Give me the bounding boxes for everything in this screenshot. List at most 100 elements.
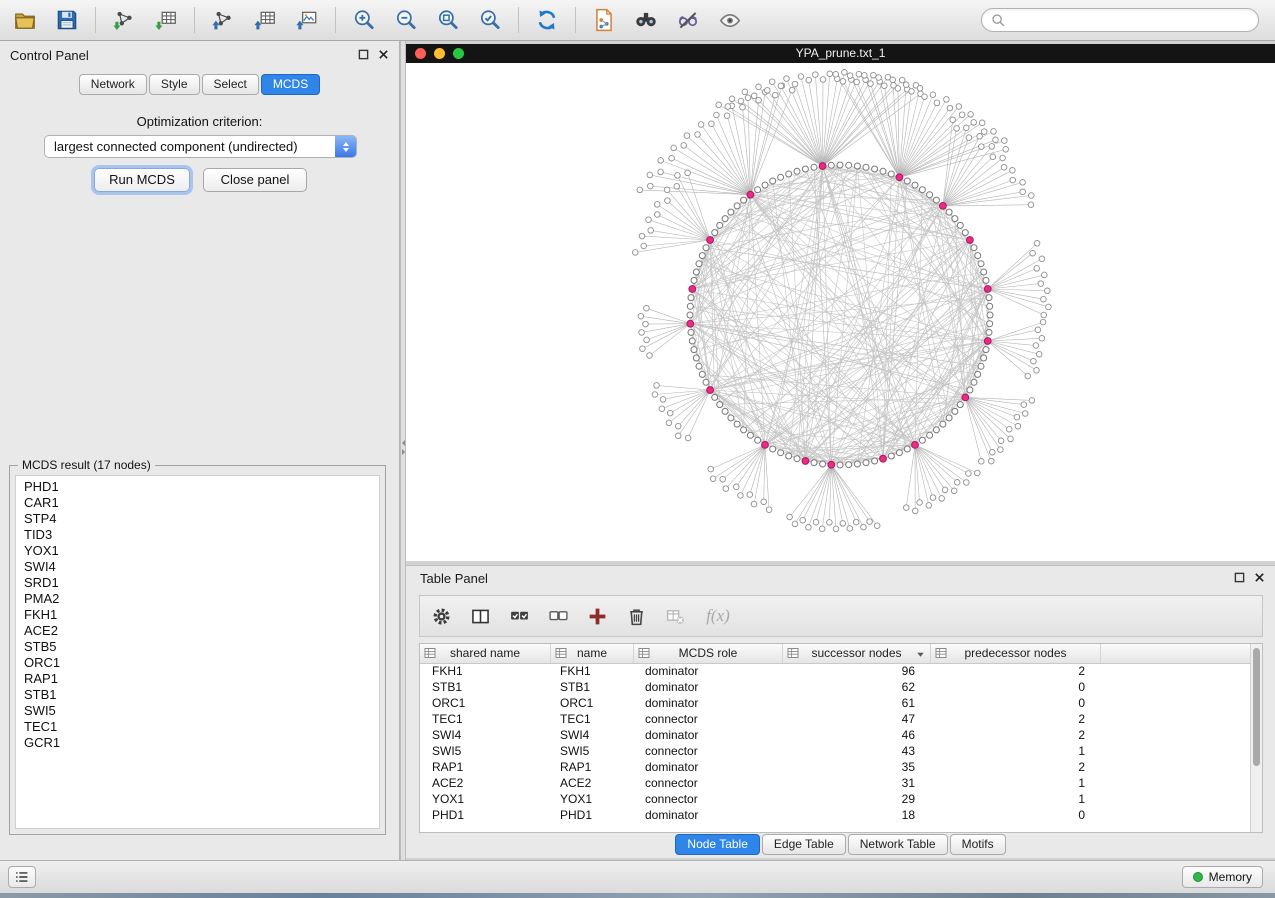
column-header-label: predecessor nodes [931,644,1100,662]
column-header-predecessor-nodes[interactable]: predecessor nodes [931,644,1101,663]
memory-button[interactable]: Memory [1182,866,1263,888]
show-all-button[interactable] [711,4,749,36]
add-row-button[interactable] [582,601,612,631]
function-builder-button[interactable]: f(x) [699,601,737,631]
table-cell: 35 [783,759,931,775]
mcds-result-item[interactable]: TID3 [16,527,379,543]
table-row[interactable]: YOX1YOX1connector291 [420,791,1250,807]
check-all-button[interactable] [504,601,534,631]
table-cell: 2 [931,663,1101,679]
search-input[interactable] [1006,9,1258,31]
mcds-result-item[interactable]: SRD1 [16,575,379,591]
export-table-button[interactable] [246,4,284,36]
criterion-dropdown[interactable]: largest connected component (undirected) [44,135,357,158]
import-table-button[interactable] [147,4,185,36]
network-canvas[interactable] [406,63,1275,561]
column-header-name[interactable]: name [551,644,634,663]
network-window-title: YPA_prune.txt_1 [406,44,1275,63]
network-document-button[interactable] [585,4,623,36]
table-row[interactable]: TEC1TEC1connector472 [420,711,1250,727]
table-row[interactable]: PHD1PHD1dominator180 [420,807,1250,823]
tab-node-table[interactable]: Node Table [675,834,760,855]
close-table-panel-icon[interactable] [1254,572,1265,583]
search-box[interactable] [981,8,1259,32]
window-zoom-light[interactable] [453,48,464,59]
list-menu-icon [13,868,31,886]
column-sort-icon [638,647,650,659]
table-cell: FKH1 [551,663,634,679]
mcds-result-item[interactable]: CAR1 [16,495,379,511]
mcds-result-item[interactable]: FKH1 [16,607,379,623]
mcds-result-item[interactable]: ACE2 [16,623,379,639]
mcds-result-item[interactable]: ORC1 [16,655,379,671]
open-folder-button[interactable] [6,4,44,36]
table-scrollbar-thumb[interactable] [1253,648,1260,766]
network-window-titlebar[interactable]: YPA_prune.txt_1 [406,44,1275,63]
mcds-result-item[interactable]: PMA2 [16,591,379,607]
delete-row-button[interactable] [621,601,651,631]
mcds-result-item[interactable]: SWI5 [16,703,379,719]
table-cell: 1 [931,743,1101,759]
tab-network[interactable]: Network [79,74,147,95]
table-cell: ORC1 [420,695,551,711]
import-network-button[interactable] [105,4,143,36]
uncheck-all-button[interactable] [543,601,573,631]
tab-select[interactable]: Select [202,74,259,95]
columns-button[interactable] [465,601,495,631]
mcds-result-item[interactable]: YOX1 [16,543,379,559]
table-row[interactable]: RAP1RAP1dominator352 [420,759,1250,775]
clear-table-button[interactable] [660,601,690,631]
tab-motifs[interactable]: Motifs [950,834,1006,855]
table-row[interactable]: ACE2ACE2connector311 [420,775,1250,791]
network-graph[interactable] [406,63,1275,561]
close-panel-button[interactable]: Close panel [203,168,307,192]
tab-style[interactable]: Style [149,74,200,95]
refresh-layout-button[interactable] [528,4,566,36]
column-header-MCDS-role[interactable]: MCDS role [634,644,783,663]
export-image-button[interactable] [288,4,326,36]
table-row[interactable]: SWI4SWI4dominator462 [420,727,1250,743]
save-session-button[interactable] [48,4,86,36]
tab-network-table[interactable]: Network Table [848,834,948,855]
table-cell: ACE2 [551,775,634,791]
export-network-button[interactable] [204,4,242,36]
column-header-successor-nodes[interactable]: successor nodes [783,644,931,663]
mcds-result-item[interactable]: STB1 [16,687,379,703]
table-scrollbar[interactable] [1250,644,1262,832]
window-close-light[interactable] [415,48,426,59]
first-neighbors-button[interactable] [627,4,665,36]
column-header-shared-name[interactable]: shared name [420,644,551,663]
zoom-in-button[interactable] [345,4,383,36]
run-mcds-button[interactable]: Run MCDS [94,168,190,192]
table-row[interactable]: FKH1FKH1dominator962 [420,663,1250,679]
panel-selector-button[interactable] [8,866,36,888]
zoom-fit-button[interactable] [429,4,467,36]
zoom-out-button[interactable] [387,4,425,36]
window-minimize-light[interactable] [434,48,445,59]
mcds-result-item[interactable]: STP4 [16,511,379,527]
float-panel-icon[interactable] [358,49,369,60]
gear-button[interactable] [426,601,456,631]
zoom-selected-button[interactable] [471,4,509,36]
hide-selection-icon [676,8,700,32]
mcds-result-item[interactable]: TEC1 [16,719,379,735]
splitter-collapse-icon[interactable] [401,437,405,458]
zoom-in-icon [352,8,376,32]
float-table-panel-icon[interactable] [1234,572,1245,583]
tab-mcds[interactable]: MCDS [261,74,320,95]
mcds-result-item[interactable]: RAP1 [16,671,379,687]
mcds-result-group: MCDS result (17 nodes) PHD1CAR1STP4TID3Y… [9,465,386,835]
mcds-result-item[interactable]: STB5 [16,639,379,655]
tab-edge-table[interactable]: Edge Table [762,834,846,855]
table-row[interactable]: ORC1ORC1dominator610 [420,695,1250,711]
mcds-result-item[interactable]: GCR1 [16,735,379,751]
table-cell: SWI4 [420,727,551,743]
hide-selection-button[interactable] [669,4,707,36]
close-panel-icon[interactable] [378,49,389,60]
memory-status-icon [1193,872,1203,882]
mcds-result-item[interactable]: SWI4 [16,559,379,575]
table-row[interactable]: STB1STB1dominator620 [420,679,1250,695]
table-row[interactable]: SWI5SWI5connector431 [420,743,1250,759]
mcds-result-list[interactable]: PHD1CAR1STP4TID3YOX1SWI4SRD1PMA2FKH1ACE2… [15,475,380,829]
mcds-result-item[interactable]: PHD1 [16,479,379,495]
